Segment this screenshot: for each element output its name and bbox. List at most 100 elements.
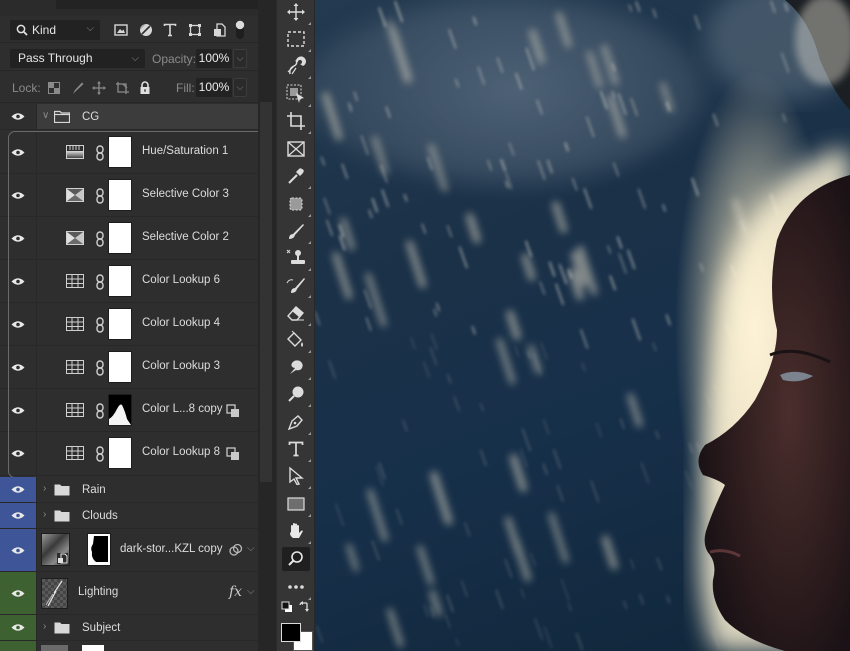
visibility-toggle[interactable] (0, 104, 37, 129)
path-selection-tool[interactable] (285, 465, 311, 489)
document-canvas[interactable] (315, 0, 850, 651)
paint-bucket-tool[interactable] (285, 329, 311, 353)
healing-brush-tool[interactable] (285, 193, 311, 217)
layer-row-selective-color-2[interactable]: Selective Color 2 (0, 217, 258, 260)
type-tool[interactable] (285, 438, 311, 462)
move-tool[interactable] (285, 1, 311, 25)
effects-expand-chevron-icon[interactable]: ⌵ (247, 586, 255, 597)
lasso-tool[interactable] (285, 55, 311, 79)
type-layer-filter-icon[interactable] (161, 21, 179, 39)
layer-effects-fx-icon[interactable]: fx (229, 584, 242, 600)
layer-row-color-lookup-8-copy[interactable]: Color L...8 copy (0, 389, 258, 432)
layer-mask-thumbnail[interactable] (108, 136, 132, 168)
layer-row-color-lookup-6[interactable]: Color Lookup 6 (0, 260, 258, 303)
pen-tool[interactable] (285, 411, 311, 435)
adjustment-layer-filter-icon[interactable] (137, 21, 155, 39)
rectangle-tool[interactable] (285, 493, 311, 517)
layers-panel-scrollbar[interactable] (258, 0, 276, 651)
visibility-toggle[interactable] (0, 529, 37, 571)
brush-tool[interactable] (285, 220, 311, 244)
visibility-toggle[interactable] (0, 641, 37, 651)
visibility-toggle[interactable] (0, 432, 37, 475)
eraser-tool[interactable] (285, 302, 311, 326)
visibility-toggle[interactable] (0, 477, 37, 502)
layer-mask-thumbnail[interactable] (108, 308, 132, 340)
layer-row-color-lookup-4[interactable]: Color Lookup 4 (0, 303, 258, 346)
layer-row-partial[interactable] (0, 641, 258, 651)
mask-link-icon[interactable] (95, 403, 105, 419)
pixel-layer-filter-icon[interactable] (112, 21, 130, 39)
visibility-toggle[interactable] (0, 503, 37, 528)
visibility-toggle[interactable] (0, 217, 37, 259)
lock-transparent-pixels-icon[interactable] (46, 80, 62, 96)
layer-row-lighting[interactable]: Lighting fx ⌵ (0, 572, 258, 615)
smart-object-filter-icon[interactable] (210, 21, 228, 39)
layer-mask-thumbnail[interactable] (108, 265, 132, 297)
visibility-toggle[interactable] (0, 131, 37, 173)
mask-link-icon[interactable] (95, 274, 105, 290)
layer-mask-thumbnail[interactable] (108, 179, 132, 211)
layer-row-clouds[interactable]: › Clouds (0, 503, 258, 529)
filter-toggle-icon[interactable] (234, 20, 246, 39)
layer-mask-thumbnail[interactable] (87, 533, 111, 566)
more-tools[interactable] (285, 576, 311, 600)
clone-stamp-tool[interactable] (285, 247, 311, 271)
layer-mask-thumbnail[interactable] (108, 437, 132, 469)
mask-link-icon[interactable] (95, 317, 105, 333)
mask-link-icon[interactable] (95, 446, 105, 462)
zoom-tool[interactable] (282, 547, 310, 571)
lock-image-pixels-icon[interactable] (70, 80, 86, 96)
layer-mask-thumbnail[interactable] (108, 394, 132, 426)
history-brush-tool[interactable] (285, 274, 311, 298)
visibility-toggle[interactable] (0, 615, 37, 640)
layer-mask-thumbnail[interactable] (108, 222, 132, 254)
visibility-toggle[interactable] (0, 389, 37, 431)
effects-expand-chevron-icon[interactable]: ⌵ (247, 543, 255, 554)
eyedropper-tool[interactable] (285, 165, 311, 189)
foreground-color-swatch[interactable] (281, 623, 301, 642)
group-collapse-chevron-icon[interactable]: › (43, 509, 46, 520)
lock-position-icon[interactable] (91, 80, 107, 96)
layer-row-selective-color-3[interactable]: Selective Color 3 (0, 174, 258, 217)
mask-link-icon[interactable] (95, 188, 105, 204)
layer-row-dark-storm-copy[interactable]: dark-stor...KZL copy ⌵ (0, 529, 258, 572)
visibility-toggle[interactable] (0, 174, 37, 216)
default-colors-button[interactable] (280, 600, 294, 614)
opacity-dropdown-button[interactable]: ⌵ (233, 49, 247, 68)
hand-tool[interactable] (285, 520, 311, 544)
visibility-toggle[interactable] (0, 303, 37, 345)
marquee-tool[interactable] (285, 28, 311, 52)
layer-mask-thumbnail[interactable] (108, 351, 132, 383)
dodge-tool[interactable] (285, 383, 311, 407)
visibility-toggle[interactable] (0, 572, 37, 614)
group-expand-chevron-icon[interactable]: ∨ (42, 110, 49, 121)
crop-tool[interactable] (285, 110, 311, 134)
visibility-toggle[interactable] (0, 260, 37, 302)
smudge-tool[interactable] (285, 356, 311, 380)
frame-tool[interactable] (285, 138, 307, 160)
mask-link-icon[interactable] (95, 231, 105, 247)
opacity-input[interactable]: 100% (196, 49, 232, 68)
blend-mode-select[interactable]: Pass Through ⌵ (10, 49, 145, 68)
filter-kind-select[interactable]: Kind ⌵ (10, 20, 100, 40)
mask-link-icon[interactable] (95, 360, 105, 376)
layer-row-color-lookup-3[interactable]: Color Lookup 3 (0, 346, 258, 389)
object-selection-tool[interactable] (285, 83, 311, 107)
group-collapse-chevron-icon[interactable]: › (43, 621, 46, 632)
layer-row-rain[interactable]: › Rain (0, 477, 258, 503)
lock-all-icon[interactable] (137, 80, 153, 96)
swap-colors-button[interactable] (297, 600, 311, 614)
layer-row-cg[interactable]: ∨ CG (0, 104, 258, 130)
layer-row-hue-saturation-1[interactable]: Hue/Saturation 1 (0, 131, 258, 174)
fill-dropdown-button[interactable]: ⌵ (233, 78, 247, 97)
layer-row-subject[interactable]: › Subject (0, 615, 258, 641)
scrollbar-thumb[interactable] (260, 102, 272, 482)
layer-thumbnail[interactable] (41, 533, 70, 566)
blend-if-icon[interactable] (229, 543, 243, 557)
lock-artboard-icon[interactable] (114, 80, 130, 96)
layer-thumbnail[interactable] (41, 578, 68, 609)
visibility-toggle[interactable] (0, 346, 37, 388)
mask-link-icon[interactable] (95, 145, 105, 161)
fill-input[interactable]: 100% (196, 78, 232, 97)
group-collapse-chevron-icon[interactable]: › (43, 483, 46, 494)
